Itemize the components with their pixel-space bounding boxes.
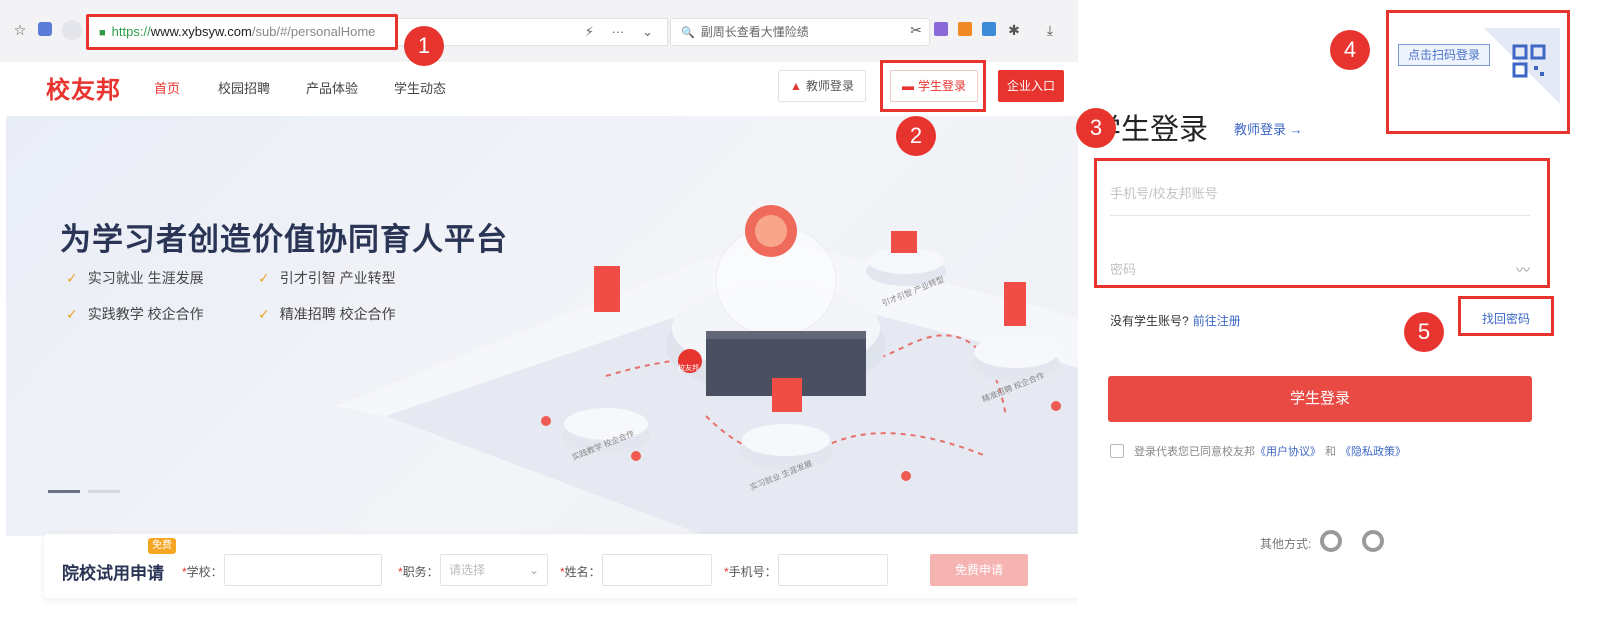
url-path: /sub/#/personalHome [251,24,376,39]
privacy-policy-link[interactable]: 《隐私政策》 [1340,446,1406,458]
nav-link-product[interactable]: 产品体验 [306,78,358,97]
name-label: *姓名： [560,563,601,580]
chevron-down-icon[interactable]: ⌄ [642,24,653,39]
teacher-login-label: 教师登录 [805,79,854,93]
chevron-down-icon: ⌄ [528,563,539,577]
callout-number-5: 5 [1404,312,1444,352]
machine-top-right [891,231,917,253]
extension-orange-icon[interactable] [958,22,972,36]
lock-icon: ■ [99,27,106,39]
trial-form-title: 院校试用申请 [62,564,164,583]
no-account-text: 没有学生账号? [1110,314,1189,328]
hero-feature: ✓ 引才引智 产业转型 [258,268,396,288]
carousel-dot-active[interactable] [48,490,80,493]
url-protocol: https:// [111,24,151,39]
agreement-checkbox[interactable] [1110,444,1124,458]
nav-link-student-news[interactable]: 学生动态 [394,78,446,97]
extensions-puzzle-icon[interactable]: ✱ [1006,22,1022,38]
position-label-text: 职务： [402,565,439,579]
hero-banner [6,116,1110,536]
password-placeholder: 密码 [1110,262,1137,277]
check-icon: ✓ [66,306,78,322]
agreement-and: 和 [1325,446,1336,458]
forgot-password-link[interactable]: 找回密码 [1468,310,1544,327]
eye-closed-icon[interactable]: 〰 [1516,250,1530,290]
browser-extension-icon[interactable] [38,22,52,36]
check-icon: ✓ [258,306,270,322]
position-label: *职务： [398,563,439,580]
social-login-icon[interactable] [1320,530,1342,552]
position-select[interactable]: 请选择 ⌄ [440,554,548,586]
student-login-submit-button[interactable]: 学生登录 [1108,376,1532,422]
free-badge: 免费 [148,538,176,554]
screen-bottom [772,378,802,412]
hero-feature-text: 实践教学 校企合作 [87,306,204,322]
site-logo[interactable]: 校友邦 [46,70,121,105]
scissors-icon[interactable]: ✂ [908,22,924,38]
bookmark-star-icon[interactable]: ☆ [12,22,28,38]
hero-feature-text: 精准招聘 校企合作 [279,306,396,322]
hero-feature: ✓ 实践教学 校企合作 [66,304,204,324]
hero-feature-text: 实习就业 生涯发展 [87,270,204,286]
qr-code-corner-icon[interactable] [1484,28,1560,104]
agreement-text: 登录代表您已同意校友邦 [1134,446,1255,458]
extension-blue-icon[interactable] [982,22,996,36]
student-icon: ▬ [901,79,914,93]
more-options-icon[interactable]: ··· [611,24,624,39]
download-icon[interactable]: ⤓ [1042,22,1058,38]
orb-core [755,215,787,247]
url-host: www.xybsyw.com [150,24,252,39]
tower-right [1004,282,1026,326]
account-input[interactable]: 手机号/校友邦账号 [1110,174,1530,216]
agreement-row: 登录代表您已同意校友邦《用户协议》和《隐私政策》 [1110,443,1406,459]
school-label: *学校： [182,563,223,580]
student-login-label: 学生登录 [917,79,966,93]
callout-number-4: 4 [1330,30,1370,70]
phone-input[interactable] [778,554,888,586]
hero-feature: ✓ 精准招聘 校企合作 [258,304,396,324]
teacher-login-link[interactable]: 教师登录 → [1234,119,1303,138]
browser-search-box[interactable]: 🔍 副周长查看大懂险绩 [670,18,930,46]
name-label-text: 姓名： [564,565,601,579]
tab-favicon-icon [62,20,82,40]
check-icon: ✓ [258,270,270,286]
social-login-icon[interactable] [1362,530,1384,552]
check-icon: ✓ [66,270,78,286]
name-input[interactable] [602,554,712,586]
free-apply-button[interactable]: 免费申请 [930,554,1028,586]
register-link[interactable]: 前往注册 [1193,314,1241,328]
carousel-dot[interactable] [88,490,120,493]
center-badge-label: 校友邦 [678,365,699,372]
lightning-icon[interactable]: ⚡ [585,24,594,39]
teacher-login-button[interactable]: ▲ 教师登录 [778,70,866,102]
extension-purple-icon[interactable] [934,22,948,36]
browser-search-text: 副周长查看大懂险绩 [700,25,809,39]
url-address-bar[interactable]: ■ https://www.xybsyw.com/sub/#/personalHo… [86,14,398,50]
callout-number-2: 2 [896,116,936,156]
tower-left [594,266,620,312]
phone-label-text: 手机号： [728,565,777,579]
hero-title: 为学习者创造价值协同育人平台 [60,222,508,257]
callout-number-1: 1 [404,26,444,66]
user-agreement-link[interactable]: 《用户协议》 [1255,446,1321,458]
search-icon: 🔍 [681,27,695,39]
callout-number-3: 3 [1076,108,1116,148]
qr-login-tip[interactable]: 点击扫码登录 [1398,44,1490,66]
nav-link-campus-recruit[interactable]: 校园招聘 [218,78,270,97]
school-input[interactable] [224,554,382,586]
register-prompt: 没有学生账号? 前往注册 [1110,312,1241,329]
nav-link-home[interactable]: 首页 [154,78,180,97]
school-label-text: 学校： [186,565,223,579]
hero-illustration [336,205,1110,536]
position-select-placeholder: 请选择 [449,563,486,577]
teacher-icon: ▲ [790,79,802,93]
hero-feature-text: 引才引智 产业转型 [279,270,396,286]
hero-feature: ✓ 实习就业 生涯发展 [66,268,204,288]
password-input[interactable]: 密码 〰 [1110,250,1530,290]
student-login-button[interactable]: ▬ 学生登录 [890,70,978,102]
phone-label: *手机号： [724,563,777,580]
enterprise-entry-button[interactable]: 企业入口 [998,70,1064,102]
other-login-methods-label: 其他方式: [1260,537,1312,551]
